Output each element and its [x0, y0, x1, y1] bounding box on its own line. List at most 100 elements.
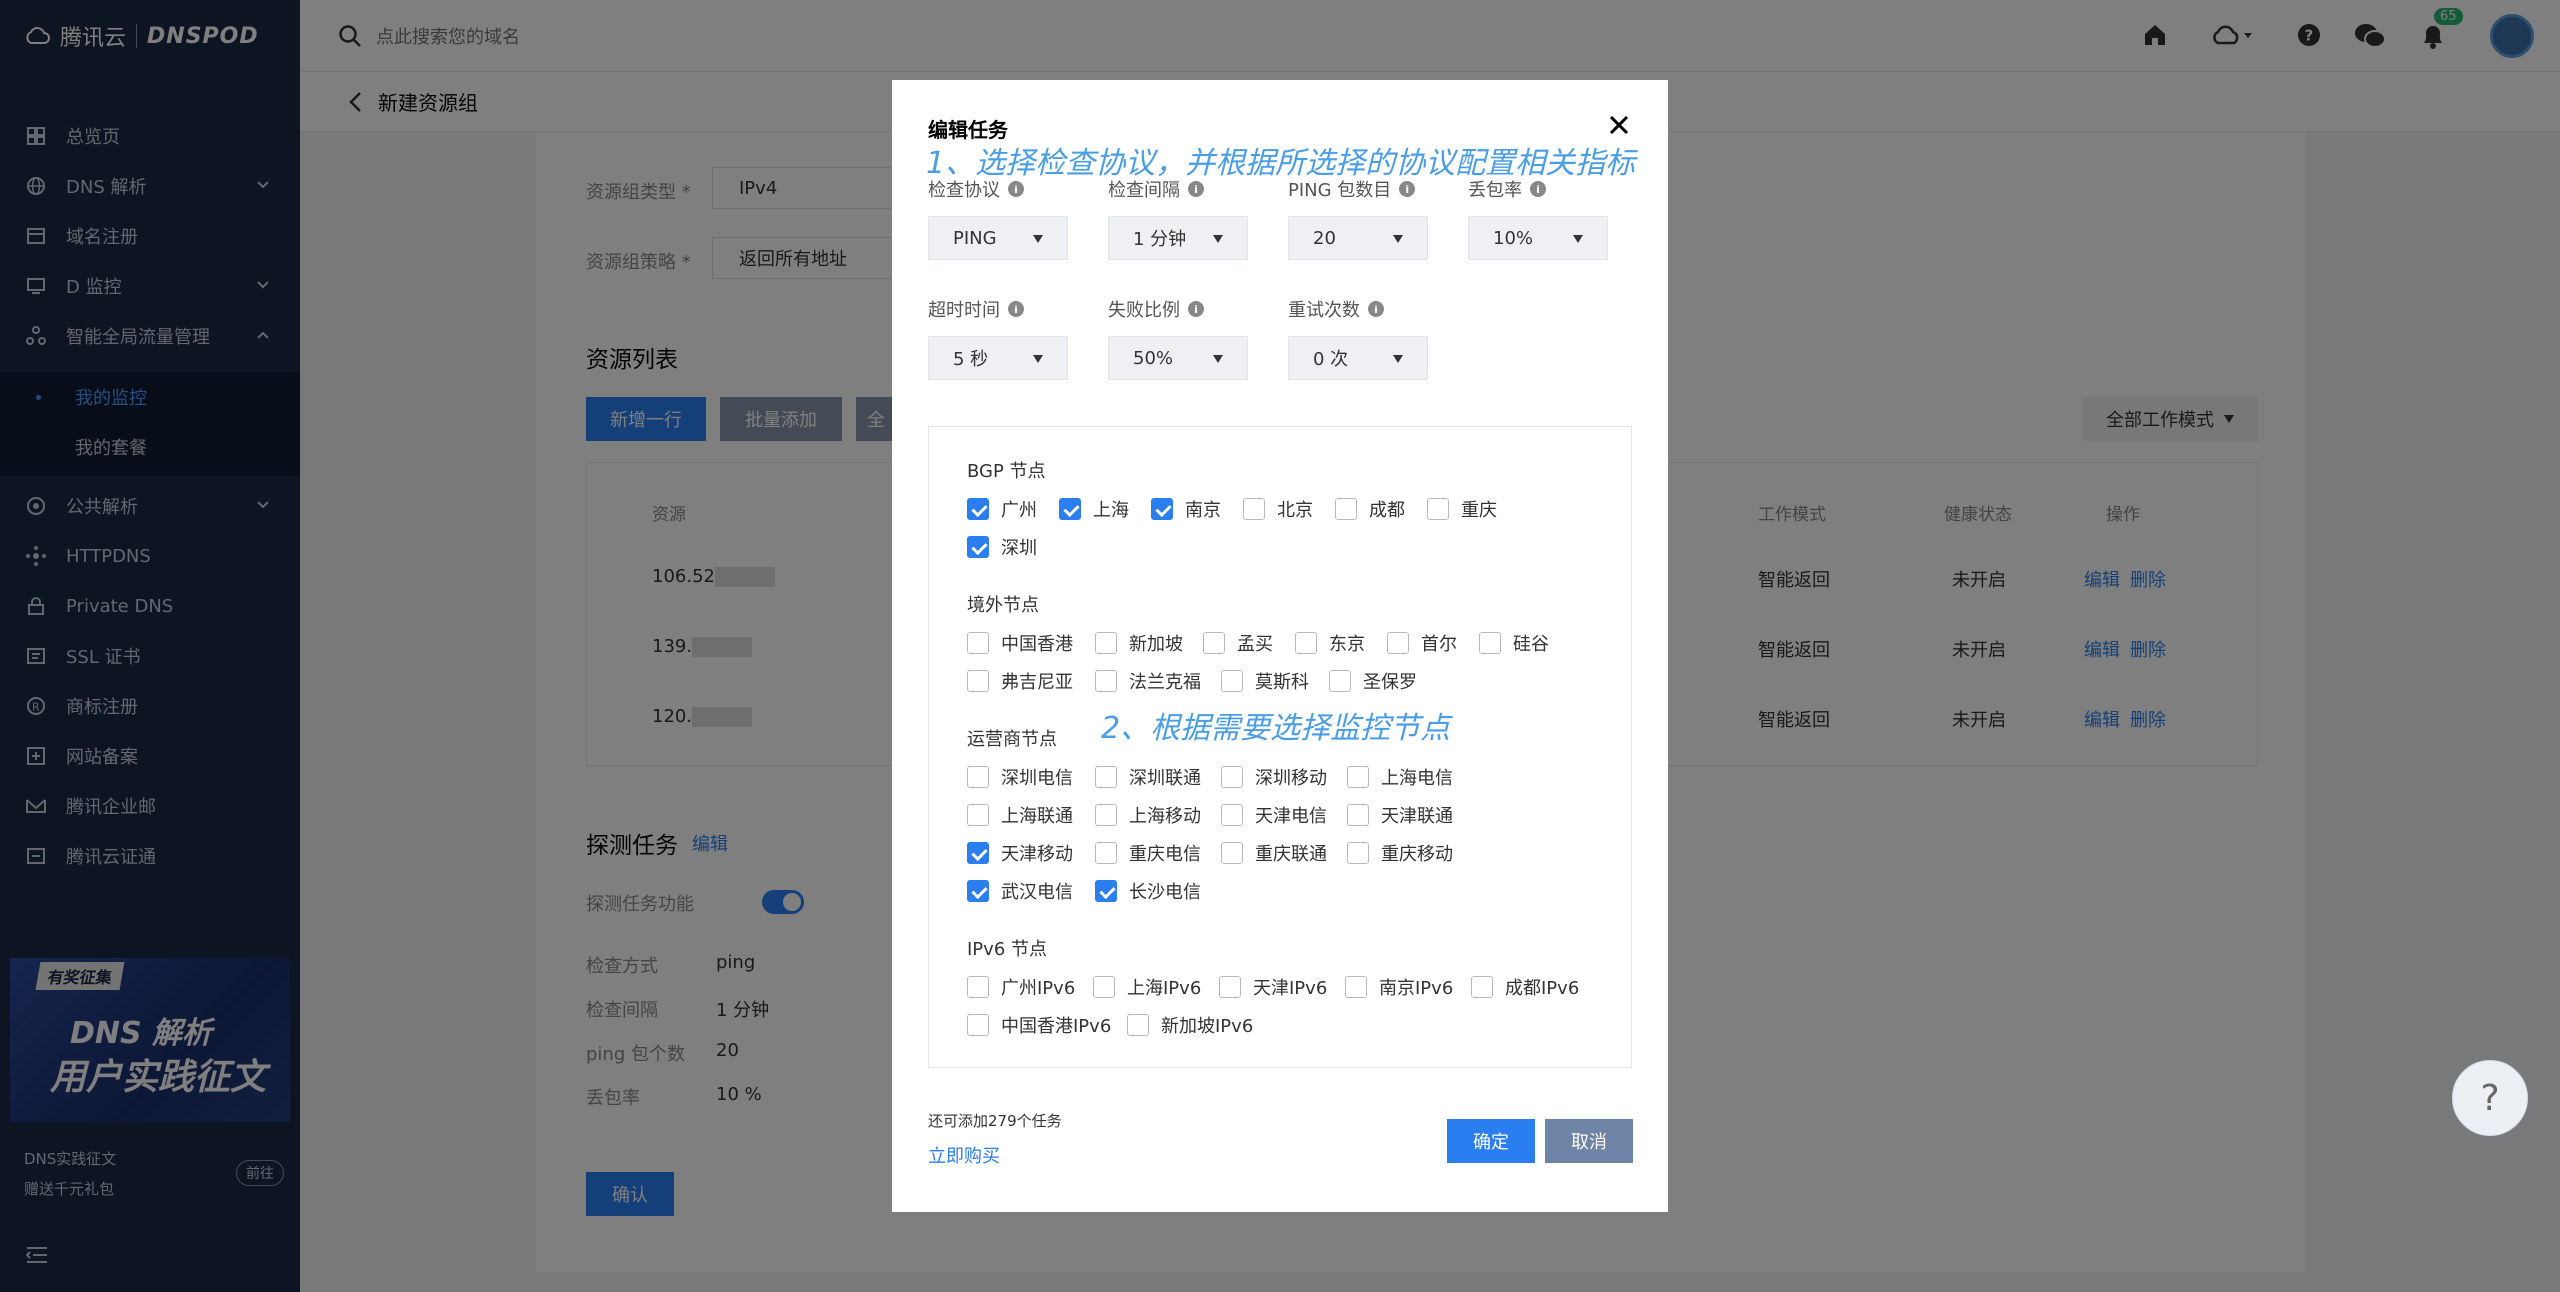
checkbox[interactable]: [1345, 976, 1367, 998]
node-checkbox[interactable]: 孟买: [1203, 631, 1273, 655]
checkbox[interactable]: [1427, 498, 1449, 520]
cancel-button[interactable]: 取消: [1545, 1119, 1633, 1163]
checkbox[interactable]: [1059, 498, 1081, 520]
checkbox[interactable]: [1347, 766, 1369, 788]
node-checkbox[interactable]: 圣保罗: [1329, 669, 1417, 693]
checkbox[interactable]: [1095, 804, 1117, 826]
node-checkbox[interactable]: 深圳移动: [1221, 765, 1327, 789]
node-checkbox[interactable]: 武汉电信: [967, 879, 1073, 903]
checkbox[interactable]: [967, 498, 989, 520]
node-checkbox[interactable]: 弗吉尼亚: [967, 669, 1073, 693]
checkbox[interactable]: [1347, 804, 1369, 826]
checkbox[interactable]: [967, 1014, 989, 1036]
caret-down-icon: [1033, 235, 1043, 243]
node-checkbox[interactable]: 广州IPv6: [967, 975, 1075, 999]
node-checkbox[interactable]: 新加坡IPv6: [1127, 1013, 1253, 1037]
node-checkbox[interactable]: 北京: [1243, 497, 1313, 521]
checkbox[interactable]: [967, 842, 989, 864]
checkbox[interactable]: [967, 804, 989, 826]
checkbox[interactable]: [1093, 976, 1115, 998]
info-icon[interactable]: i: [1188, 301, 1204, 317]
node-checkbox[interactable]: 上海: [1059, 497, 1129, 521]
checkbox[interactable]: [1471, 976, 1493, 998]
checkbox[interactable]: [967, 536, 989, 558]
node-checkbox[interactable]: 深圳: [967, 535, 1037, 559]
timeout-select[interactable]: 5 秒: [928, 336, 1068, 380]
node-checkbox[interactable]: 上海电信: [1347, 765, 1453, 789]
node-checkbox[interactable]: 成都: [1335, 497, 1405, 521]
protocol-select[interactable]: PING: [928, 216, 1068, 260]
info-icon[interactable]: i: [1399, 181, 1416, 197]
node-checkbox[interactable]: 上海IPv6: [1093, 975, 1201, 999]
ping-count-select[interactable]: 20: [1288, 216, 1428, 260]
node-checkbox[interactable]: 新加坡: [1095, 631, 1183, 655]
checkbox[interactable]: [967, 670, 989, 692]
checkbox[interactable]: [1095, 766, 1117, 788]
checkbox[interactable]: [1095, 880, 1117, 902]
checkbox[interactable]: [1335, 498, 1357, 520]
close-icon[interactable]: [1608, 114, 1630, 136]
node-checkbox[interactable]: 首尔: [1387, 631, 1457, 655]
node-checkbox[interactable]: 天津联通: [1347, 803, 1453, 827]
caret-down-icon: [1393, 235, 1403, 243]
node-checkbox[interactable]: 深圳联通: [1095, 765, 1201, 789]
group-title-isp: 运营商节点: [967, 729, 1057, 750]
interval-select[interactable]: 1 分钟: [1108, 216, 1248, 260]
info-icon[interactable]: i: [1530, 181, 1546, 197]
node-checkbox[interactable]: 天津移动: [967, 841, 1073, 865]
field-label: PING 包数目 i: [1288, 176, 1416, 202]
checkbox[interactable]: [1203, 632, 1225, 654]
node-checkbox[interactable]: 上海移动: [1095, 803, 1201, 827]
node-checkbox[interactable]: 法兰克福: [1095, 669, 1201, 693]
checkbox[interactable]: [1221, 766, 1243, 788]
node-checkbox[interactable]: 重庆移动: [1347, 841, 1453, 865]
checkbox[interactable]: [1479, 632, 1501, 654]
buy-now-link[interactable]: 立即购买: [928, 1142, 1000, 1168]
checkbox[interactable]: [1295, 632, 1317, 654]
fail-ratio-select[interactable]: 50%: [1108, 336, 1248, 380]
checkbox[interactable]: [1387, 632, 1409, 654]
node-checkbox[interactable]: 重庆联通: [1221, 841, 1327, 865]
node-checkbox[interactable]: 重庆电信: [1095, 841, 1201, 865]
node-checkbox[interactable]: 重庆: [1427, 497, 1497, 521]
node-checkbox[interactable]: 南京: [1151, 497, 1221, 521]
checkbox[interactable]: [1095, 632, 1117, 654]
checkbox[interactable]: [967, 880, 989, 902]
node-checkbox[interactable]: 南京IPv6: [1345, 975, 1453, 999]
node-checkbox[interactable]: 天津电信: [1221, 803, 1327, 827]
node-checkbox[interactable]: 中国香港: [967, 631, 1073, 655]
checkbox[interactable]: [1127, 1014, 1149, 1036]
info-icon[interactable]: i: [1368, 301, 1384, 317]
checkbox[interactable]: [1243, 498, 1265, 520]
checkbox[interactable]: [1151, 498, 1173, 520]
loss-rate-select[interactable]: 10%: [1468, 216, 1608, 260]
checkbox[interactable]: [967, 632, 989, 654]
info-icon[interactable]: i: [1008, 301, 1024, 317]
checkbox[interactable]: [967, 766, 989, 788]
node-checkbox[interactable]: 上海联通: [967, 803, 1073, 827]
checkbox[interactable]: [1221, 804, 1243, 826]
checkbox[interactable]: [1095, 670, 1117, 692]
node-checkbox[interactable]: 成都IPv6: [1471, 975, 1579, 999]
node-checkbox[interactable]: 东京: [1295, 631, 1365, 655]
node-checkbox[interactable]: 中国香港IPv6: [967, 1013, 1111, 1037]
info-icon[interactable]: i: [1188, 181, 1204, 197]
node-checkbox[interactable]: 长沙电信: [1095, 879, 1201, 903]
info-icon[interactable]: i: [1008, 181, 1024, 197]
node-checkbox[interactable]: 深圳电信: [967, 765, 1073, 789]
select-value: 50%: [1133, 347, 1174, 369]
checkbox[interactable]: [1329, 670, 1351, 692]
node-checkbox[interactable]: 广州: [967, 497, 1037, 521]
node-checkbox[interactable]: 天津IPv6: [1219, 975, 1327, 999]
checkbox[interactable]: [1221, 842, 1243, 864]
checkbox[interactable]: [1347, 842, 1369, 864]
checkbox[interactable]: [1221, 670, 1243, 692]
checkbox[interactable]: [967, 976, 989, 998]
ok-button[interactable]: 确定: [1447, 1119, 1535, 1163]
node-checkbox[interactable]: 硅谷: [1479, 631, 1549, 655]
help-float-button[interactable]: ?: [2452, 1060, 2528, 1136]
checkbox[interactable]: [1219, 976, 1241, 998]
checkbox[interactable]: [1095, 842, 1117, 864]
retry-select[interactable]: 0 次: [1288, 336, 1428, 380]
node-checkbox[interactable]: 莫斯科: [1221, 669, 1309, 693]
